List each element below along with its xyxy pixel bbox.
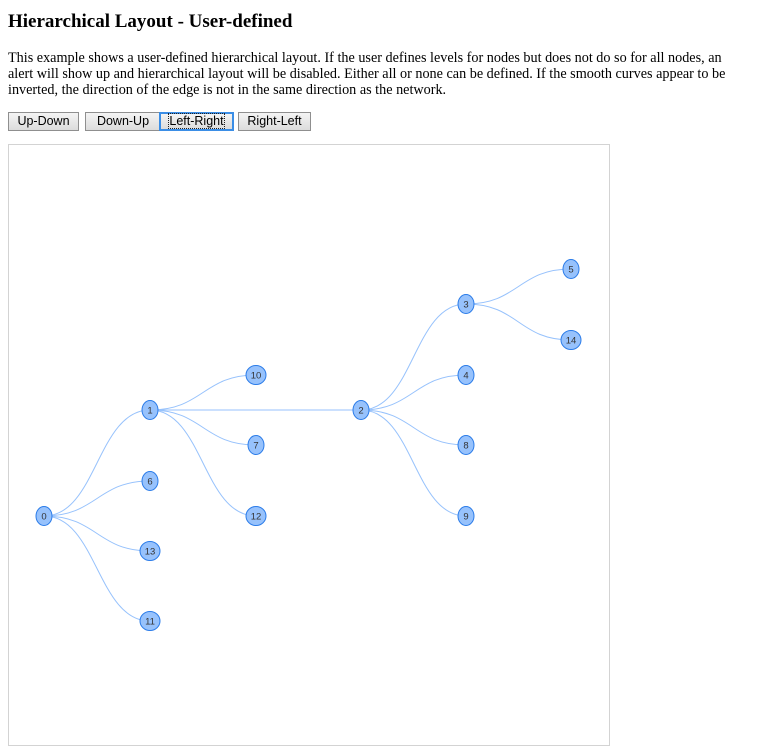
node-label: 2 [358,405,363,416]
node-label: 11 [145,616,155,627]
network-graph[interactable]: 0 1 6 13 11 10 7 12 2 3 4 8 9 5 14 [9,145,609,745]
network-canvas[interactable]: 0 1 6 13 11 10 7 12 2 3 4 8 9 5 14 [8,144,610,746]
edge-1-7[interactable] [149,409,257,446]
node-label: 7 [253,440,258,451]
node-2[interactable]: 2 [352,400,370,420]
node-11[interactable]: 11 [139,611,161,631]
node-9[interactable]: 9 [457,506,475,526]
node-7[interactable]: 7 [247,435,265,455]
edge-3-14[interactable] [465,303,572,341]
up-down-button[interactable]: Up-Down [8,112,79,131]
node-label: 6 [147,476,152,487]
node-label: 14 [566,335,577,346]
edge-0-11[interactable] [43,515,151,622]
node-label: 13 [145,546,156,557]
node-label: 0 [41,511,46,522]
node-12[interactable]: 12 [245,506,267,526]
node-label: 10 [251,370,262,381]
node-label: 4 [463,370,468,381]
node-3[interactable]: 3 [457,294,475,314]
page-description: This example shows a user-defined hierar… [8,50,726,98]
edge-0-1[interactable] [43,409,151,517]
node-1[interactable]: 1 [141,400,159,420]
node-14[interactable]: 14 [560,330,582,350]
node-0[interactable]: 0 [35,506,53,526]
node-label: 8 [463,440,468,451]
node-label: 3 [463,299,468,310]
down-up-button[interactable]: Down-Up [85,112,161,131]
node-13[interactable]: 13 [139,541,161,561]
left-right-button[interactable]: Left-Right [159,112,234,131]
node-label: 1 [147,405,152,416]
page-title: Hierarchical Layout - User-defined [8,11,293,32]
node-6[interactable]: 6 [141,471,159,491]
edge-1-12[interactable] [149,409,257,517]
edge-2-9[interactable] [360,409,467,517]
edge-3-5[interactable] [465,268,572,305]
edge-2-3[interactable] [360,303,467,411]
edge-2-8[interactable] [360,409,467,446]
node-label: 12 [251,511,262,522]
edge-0-13[interactable] [43,515,151,552]
node-5[interactable]: 5 [562,259,580,279]
node-label: 9 [463,511,468,522]
right-left-button[interactable]: Right-Left [238,112,311,131]
node-label: 5 [568,264,573,275]
node-8[interactable]: 8 [457,435,475,455]
node-4[interactable]: 4 [457,365,475,385]
edge-0-6[interactable] [43,480,151,517]
node-10[interactable]: 10 [245,365,267,385]
edge-1-10[interactable] [149,374,257,411]
edge-2-4[interactable] [360,374,467,411]
